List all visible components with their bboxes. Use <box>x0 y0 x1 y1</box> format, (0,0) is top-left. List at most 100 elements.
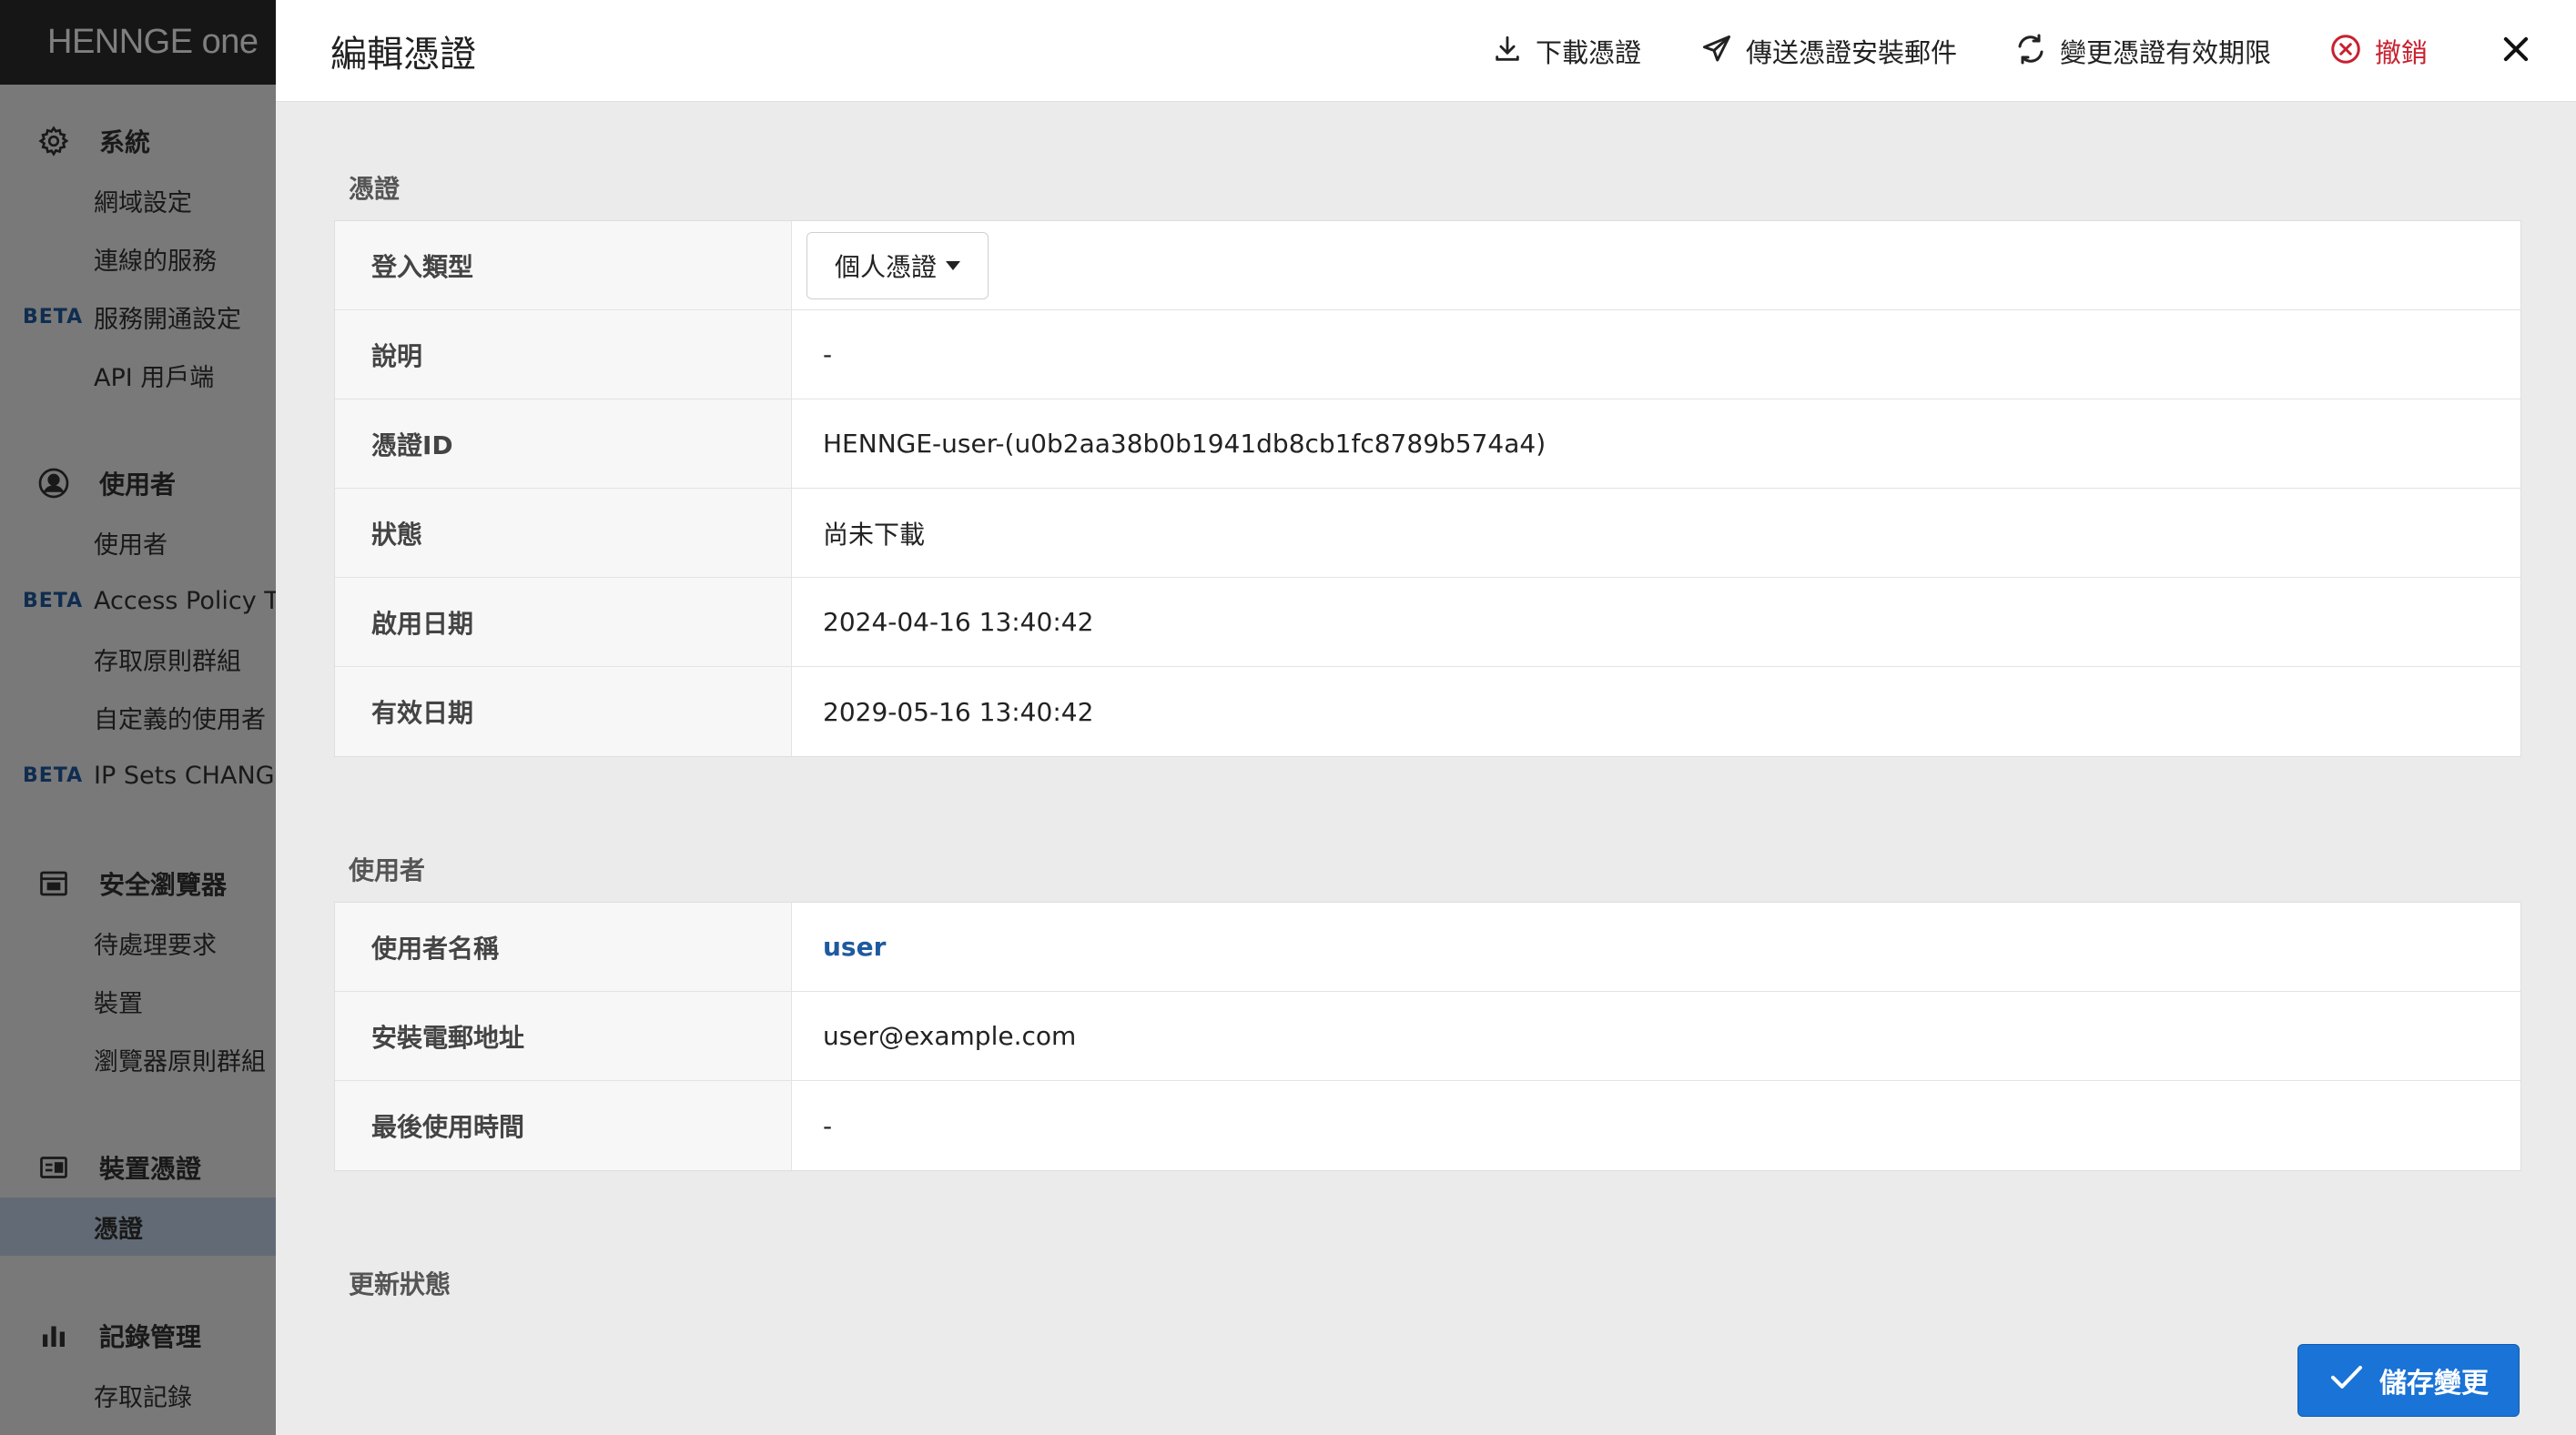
id-card-icon <box>35 1149 72 1186</box>
sidebar-item-label: 存取記錄 <box>94 1383 192 1412</box>
sidebar-item-label: API 用戶端 <box>94 363 215 392</box>
sidebar-item-label: 網域設定 <box>94 188 192 217</box>
user-circle-icon <box>35 465 72 501</box>
field-label: 安裝電郵地址 <box>335 992 792 1080</box>
table-row: 憑證ID HENNGE-user-(u0b2aa38b0b1941db8cb1f… <box>335 399 2520 489</box>
beta-badge: BETA <box>23 763 84 787</box>
henngeone-logo[interactable]: HENNGE one <box>47 23 259 62</box>
download-label: 下載憑證 <box>1536 37 1642 68</box>
dropdown-selected-value: 個人憑證 <box>835 251 938 282</box>
sidebar-item-label: 存取原則群組 <box>94 647 241 676</box>
nav-group-device-certificates: 裝置憑證 憑證 <box>0 1137 276 1256</box>
edit-certificate-panel: 編輯憑證 下載憑證 傳送憑證安裝郵件 變更憑證有效期限 撤銷 憑證 登入類型 個… <box>276 0 2576 1435</box>
certificate-details-table: 登入類型 個人憑證 說明 - 憑證ID HENNGE-user-(u0b2aa3… <box>334 220 2521 757</box>
field-label: 狀態 <box>335 489 792 577</box>
field-label: 憑證ID <box>335 399 792 488</box>
field-value: - <box>823 339 833 369</box>
download-icon <box>1492 34 1523 68</box>
field-value: user@example.com <box>823 1021 1077 1051</box>
sidebar-item-label: 服務開通設定 <box>94 305 241 334</box>
field-label: 說明 <box>335 310 792 399</box>
table-row: 登入類型 個人憑證 <box>335 221 2520 310</box>
nav-head-device-certificates[interactable]: 裝置憑證 <box>0 1137 276 1198</box>
sidebar-item-users[interactable]: 使用者 <box>0 513 276 571</box>
sidebar-item-access-policy[interactable]: BETA Access Policy Te <box>0 571 276 630</box>
panel-header: 編輯憑證 下載憑證 傳送憑證安裝郵件 變更憑證有效期限 撤銷 <box>276 0 2576 102</box>
sidebar-item-label: 使用者 <box>94 531 167 560</box>
table-row: 啟用日期 2024-04-16 13:40:42 <box>335 578 2520 667</box>
nav-head-log-management[interactable]: 記錄管理 <box>0 1306 276 1366</box>
field-label: 最後使用時間 <box>335 1081 792 1170</box>
nav-head-secure-browser[interactable]: 安全瀏覽器 <box>0 854 276 914</box>
change-validity-label: 變更憑證有效期限 <box>2060 37 2272 68</box>
table-row: 使用者名稱 user <box>335 903 2520 992</box>
field-label: 有效日期 <box>335 667 792 756</box>
sidebar-item-access-policy-groups[interactable]: 存取原則群組 <box>0 630 276 688</box>
bar-chart-icon <box>35 1318 72 1354</box>
download-certificate-button[interactable]: 下載憑證 <box>1492 0 1641 102</box>
field-value: 2029-05-16 13:40:42 <box>823 696 1094 727</box>
sidebar-item-label: 連線的服務 <box>94 247 217 276</box>
table-row: 最後使用時間 - <box>335 1081 2520 1170</box>
section-title-update-status: 更新狀態 <box>349 1269 451 1299</box>
sidebar-item-label: 憑證 <box>94 1215 143 1244</box>
nav-group-log-management: 記錄管理 存取記錄 <box>0 1306 276 1424</box>
table-row: 說明 - <box>335 310 2520 399</box>
nav-group-secure-browser: 安全瀏覽器 待處理要求 裝置 瀏覽器原則群組 <box>0 854 276 1088</box>
sidebar-item-provisioning[interactable]: BETA 服務開通設定 <box>0 288 276 346</box>
nav-head-label: 安全瀏覽器 <box>99 870 228 900</box>
send-install-mail-button[interactable]: 傳送憑證安裝郵件 <box>1700 0 1957 102</box>
send-mail-label: 傳送憑證安裝郵件 <box>1746 37 1958 68</box>
section-title-user: 使用者 <box>349 855 426 885</box>
nav-group-users: 使用者 使用者 BETA Access Policy Te 存取原則群組 自定義… <box>0 453 276 804</box>
sidebar-item-label: 自定義的使用者 <box>94 705 266 734</box>
gear-icon <box>35 123 72 159</box>
caret-down-icon <box>946 260 961 270</box>
field-label: 使用者名稱 <box>335 903 792 991</box>
field-value: - <box>823 1110 833 1141</box>
nav-head-label: 系統 <box>99 127 151 157</box>
refresh-icon <box>2014 33 2047 69</box>
browser-window-icon <box>35 865 72 902</box>
user-name-link[interactable]: user <box>792 903 2520 991</box>
nav-head-users[interactable]: 使用者 <box>0 453 276 513</box>
sidebar-item-custom-user[interactable]: 自定義的使用者 <box>0 688 276 746</box>
field-label: 啟用日期 <box>335 578 792 666</box>
sidebar-item-connected-services[interactable]: 連線的服務 <box>0 229 276 288</box>
table-row: 安裝電郵地址 user@example.com <box>335 992 2520 1081</box>
save-label: 儲存變更 <box>2379 1368 2489 1400</box>
checkmark-icon <box>2328 1359 2365 1402</box>
nav-head-label: 使用者 <box>99 470 177 500</box>
sidebar-item-devices[interactable]: 裝置 <box>0 972 276 1030</box>
close-button[interactable] <box>2499 0 2533 102</box>
table-row: 有效日期 2029-05-16 13:40:42 <box>335 667 2520 756</box>
sidebar-item-access-logs[interactable]: 存取記錄 <box>0 1366 276 1424</box>
sidebar-item-pending-requests[interactable]: 待處理要求 <box>0 914 276 972</box>
nav-head-system[interactable]: 系統 <box>0 111 276 171</box>
send-icon <box>1700 33 1733 69</box>
revoke-label: 撤銷 <box>2375 37 2429 68</box>
logo-bar: HENNGE one <box>0 0 276 85</box>
beta-badge: BETA <box>23 305 84 328</box>
sidebar-item-browser-policy-groups[interactable]: 瀏覽器原則群組 <box>0 1030 276 1088</box>
nav-head-label: 記錄管理 <box>99 1322 202 1352</box>
revoke-button[interactable]: 撤銷 <box>2329 0 2428 102</box>
field-value: 個人憑證 <box>792 221 2520 309</box>
sidebar-item-api-clients[interactable]: API 用戶端 <box>0 346 276 404</box>
sidebar-item-ip-sets[interactable]: BETA IP Sets CHANGE <box>0 746 276 804</box>
sidebar-item-label: Access Policy Te <box>94 586 276 615</box>
page-title: 編輯憑證 <box>330 33 476 76</box>
field-value: HENNGE-user-(u0b2aa38b0b1941db8cb1fc8789… <box>823 429 1547 459</box>
login-type-dropdown[interactable]: 個人憑證 <box>806 231 989 299</box>
save-changes-button[interactable]: 儲存變更 <box>2297 1344 2520 1417</box>
sidebar-item-domain[interactable]: 網域設定 <box>0 171 276 229</box>
revoke-x-circle-icon <box>2329 33 2362 69</box>
change-validity-button[interactable]: 變更憑證有效期限 <box>2014 0 2271 102</box>
field-value: 尚未下載 <box>823 519 926 550</box>
nav-group-system: 系統 網域設定 連線的服務 BETA 服務開通設定 API 用戶端 <box>0 111 276 404</box>
sidebar-item-certificates[interactable]: 憑證 <box>0 1198 276 1256</box>
nav-head-label: 裝置憑證 <box>99 1154 202 1184</box>
sidebar-item-label: 裝置 <box>94 989 143 1018</box>
sidebar-item-label: IP Sets CHANGE <box>94 761 276 790</box>
sidebar-item-label: 待處理要求 <box>94 931 217 960</box>
